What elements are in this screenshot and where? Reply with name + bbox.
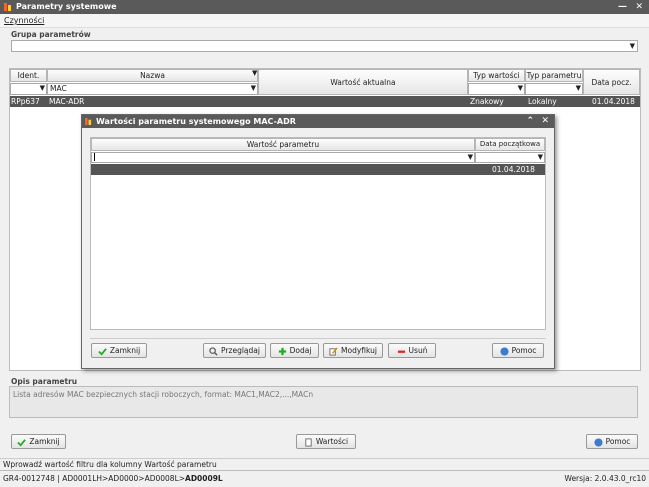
status-bar: GR4-0012748 | AD0001LH>AD0000>AD0008L>AD… [0, 470, 649, 486]
plus-icon [278, 347, 286, 355]
status-path: GR4-0012748 | AD0001LH>AD0000>AD0008L>AD… [3, 474, 223, 483]
cell-start-date: 01.04.2018 [592, 97, 635, 106]
chevron-down-icon[interactable]: ▼ [630, 42, 635, 50]
col-header-current-value[interactable]: Wartość aktualna [258, 69, 468, 95]
chevron-down-icon[interactable]: ▼ [518, 84, 523, 93]
col-header-start-date[interactable]: Data pocz. [583, 69, 640, 95]
close-icon[interactable]: ✕ [541, 115, 549, 128]
table-row[interactable]: 01.04.2018 [91, 164, 545, 175]
group-combo[interactable]: ▼ [11, 40, 638, 52]
collapse-icon[interactable]: ⌃ [526, 115, 534, 128]
col-header-param-value[interactable]: Wartość parametru [91, 138, 475, 151]
checkmark-icon [17, 438, 27, 447]
filter-ident[interactable]: ▼ [10, 83, 47, 95]
cell-name: MAC-ADR [49, 97, 85, 106]
col-header-dialog-start-date[interactable]: Data początkowa [475, 138, 545, 151]
values-dialog: Wartości parametru systemowego MAC-ADR ⌃… [81, 114, 555, 369]
modify-button[interactable]: Modyfikuj [323, 343, 383, 358]
chevron-down-icon[interactable]: ▼ [468, 153, 473, 162]
cell-value-type: Znakowy [470, 97, 504, 106]
dialog-help-button[interactable]: Pomoc [492, 343, 544, 358]
col-header-name[interactable]: Nazwa [47, 69, 258, 82]
menu-item-czynnosci[interactable]: Czynności [4, 16, 44, 25]
checkmark-icon [98, 347, 107, 356]
menu-bar: Czynności [0, 14, 649, 28]
sort-icon: ▼ [252, 69, 258, 77]
hint-bar: Wprowadź wartość filtru dla kolumny Wart… [0, 458, 649, 470]
filter-value-type[interactable]: ▼ [468, 83, 525, 95]
window-title: Parametry systemowe [16, 2, 117, 11]
app-logo-icon [85, 118, 92, 125]
description-label: Opis parametru [11, 377, 78, 386]
close-button[interactable]: Zamknij [11, 434, 66, 449]
help-icon [500, 346, 509, 356]
group-label: Grupa parametrów [11, 30, 91, 39]
values-button[interactable]: Wartości [296, 434, 356, 449]
dialog-title: Wartości parametru systemowego MAC-ADR [96, 117, 296, 126]
description-text: Lista adresów MAC bezpiecznych stacji ro… [9, 386, 638, 418]
filter-param-value[interactable]: ▼ [91, 152, 475, 163]
browse-button[interactable]: Przeglądaj [203, 343, 266, 358]
delete-button[interactable]: Usuń [388, 343, 436, 358]
search-icon [209, 346, 218, 356]
col-header-value-type[interactable]: Typ wartości [468, 69, 525, 82]
close-icon[interactable]: ✕ [635, 0, 643, 14]
help-button[interactable]: Pomoc [586, 434, 638, 449]
filter-param-type[interactable]: ▼ [525, 83, 583, 95]
help-icon [594, 437, 603, 447]
filter-dialog-start-date[interactable]: ▼ [475, 152, 545, 163]
filter-name[interactable]: MAC ▼ [47, 83, 258, 95]
col-header-param-type[interactable]: Typ parametru [525, 69, 583, 82]
chevron-down-icon[interactable]: ▼ [576, 84, 581, 93]
cell-param-type: Lokalny [528, 97, 557, 106]
minus-icon [397, 350, 405, 353]
chevron-down-icon[interactable]: ▼ [251, 84, 256, 93]
edit-icon [329, 346, 338, 356]
cell-ident: RPp637 [11, 97, 40, 106]
status-hint: Wprowadź wartość filtru dla kolumny Wart… [3, 460, 217, 469]
chevron-down-icon[interactable]: ▼ [40, 84, 45, 93]
document-icon [305, 437, 312, 447]
dialog-titlebar: Wartości parametru systemowego MAC-ADR ⌃… [82, 115, 554, 128]
status-version: Wersja: 2.0.43.0_rc10 [564, 474, 646, 483]
col-header-ident[interactable]: Ident. [10, 69, 47, 82]
dialog-close-button[interactable]: Zamknij [91, 343, 147, 358]
minimize-icon[interactable]: — [618, 0, 627, 14]
add-button[interactable]: Dodaj [270, 343, 319, 358]
table-row[interactable]: RPp637 MAC-ADR Znakowy Lokalny 01.04.201… [10, 96, 640, 107]
chevron-down-icon[interactable]: ▼ [538, 153, 543, 162]
app-logo-icon [4, 3, 11, 11]
cell-dialog-start-date: 01.04.2018 [492, 165, 535, 174]
window-titlebar: Parametry systemowe — ✕ [0, 0, 649, 14]
